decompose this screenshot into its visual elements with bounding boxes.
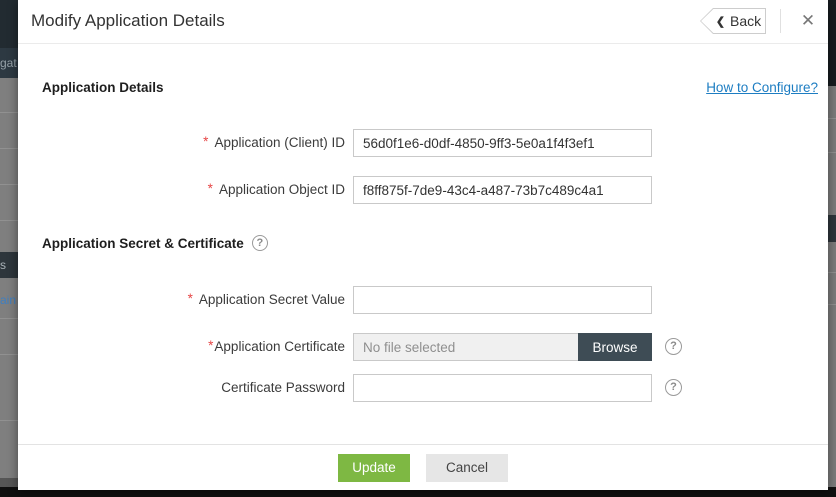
- divider: [828, 152, 836, 153]
- update-button[interactable]: Update: [338, 454, 410, 482]
- chevron-left-icon: ❮: [716, 15, 725, 28]
- required-asterisk: *: [208, 338, 213, 353]
- header-vertical-divider: [780, 9, 781, 33]
- label-text: Certificate Password: [221, 380, 345, 395]
- divider: [0, 184, 18, 185]
- help-icon[interactable]: ?: [665, 338, 682, 355]
- required-asterisk: *: [203, 134, 208, 149]
- nav-fragment-text: ain: [0, 293, 16, 307]
- label-text: Application Object ID: [219, 182, 345, 197]
- how-to-configure-link[interactable]: How to Configure?: [706, 80, 818, 95]
- back-button-text: Back: [730, 13, 761, 29]
- background-topbar: [0, 0, 18, 48]
- label-text: Application Secret Value: [199, 292, 345, 307]
- browse-button[interactable]: Browse: [578, 333, 652, 361]
- background-bottom: [828, 487, 836, 497]
- back-button-label: ❮ Back: [700, 8, 766, 34]
- nav-fragment-text: s: [0, 258, 6, 272]
- divider: [0, 354, 18, 355]
- background-link-fragment: ain: [0, 288, 18, 312]
- certificate-label: *Application Certificate: [42, 333, 345, 361]
- application-client-id-input[interactable]: [353, 129, 652, 157]
- section-heading-application-details: Application Details: [42, 80, 164, 95]
- divider: [0, 148, 18, 149]
- object-id-label: * Application Object ID: [42, 176, 345, 204]
- certificate-password-input[interactable]: [353, 374, 652, 402]
- background-bottom: [0, 487, 18, 497]
- secret-value-row: * Application Secret Value: [18, 286, 828, 314]
- divider: [828, 304, 836, 305]
- client-id-label: * Application (Client) ID: [42, 129, 345, 157]
- required-asterisk: *: [208, 181, 213, 196]
- background-topbar: [828, 0, 836, 86]
- label-text: Application Certificate: [214, 339, 345, 354]
- cancel-button[interactable]: Cancel: [426, 454, 508, 482]
- certificate-row: *Application Certificate No file selecte…: [18, 333, 828, 361]
- divider: [0, 220, 18, 221]
- divider: [0, 420, 18, 421]
- certificate-password-row: Certificate Password ?: [18, 374, 828, 402]
- object-id-row: * Application Object ID: [18, 176, 828, 204]
- modal-title: Modify Application Details: [31, 11, 225, 31]
- divider: [0, 318, 18, 319]
- background-nav-fragment: s: [0, 252, 18, 278]
- label-text: Application (Client) ID: [214, 135, 345, 150]
- background-left-strip: gat s ain: [0, 0, 18, 497]
- help-icon[interactable]: ?: [665, 379, 682, 396]
- application-certificate-file-input[interactable]: No file selected Browse: [353, 333, 652, 361]
- file-placeholder-text: No file selected: [354, 340, 578, 355]
- nav-fragment-text: gat: [0, 56, 17, 70]
- background-footer: [0, 478, 18, 487]
- modal-footer: Update Cancel: [18, 444, 828, 490]
- section-heading-text: Application Secret & Certificate: [42, 236, 244, 251]
- required-asterisk: *: [188, 291, 193, 306]
- close-icon[interactable]: ✕: [794, 7, 822, 35]
- divider: [828, 272, 836, 273]
- back-button[interactable]: ❮ Back: [700, 8, 766, 34]
- application-object-id-input[interactable]: [353, 176, 652, 204]
- background-nav-fragment: [828, 215, 836, 242]
- background-right-strip: [828, 0, 836, 497]
- divider: [0, 112, 18, 113]
- title-divider: [18, 43, 828, 44]
- divider: [828, 118, 836, 119]
- section-heading-secret-certificate: Application Secret & Certificate ?: [42, 235, 268, 251]
- help-icon[interactable]: ?: [252, 235, 268, 251]
- modify-application-modal: Modify Application Details ❮ Back ✕ Appl…: [18, 0, 828, 490]
- secret-value-label: * Application Secret Value: [42, 286, 345, 314]
- background-nav-fragment: gat: [0, 48, 18, 78]
- certificate-password-label: Certificate Password: [42, 374, 345, 402]
- application-secret-value-input[interactable]: [353, 286, 652, 314]
- section-heading-text: Application Details: [42, 80, 164, 95]
- client-id-row: * Application (Client) ID: [18, 129, 828, 157]
